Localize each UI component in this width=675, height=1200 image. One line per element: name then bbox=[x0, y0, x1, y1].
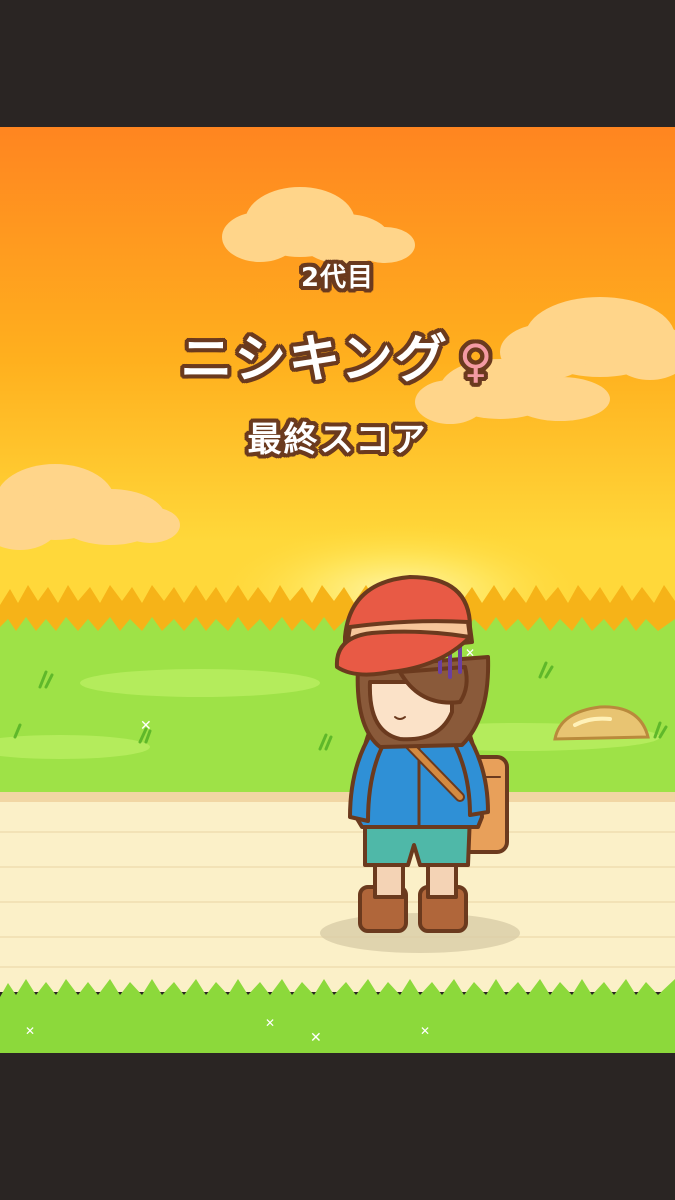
female-symbol-icon: ♀ bbox=[458, 334, 495, 388]
svg-text:✕: ✕ bbox=[140, 718, 152, 734]
letterbox-bottom bbox=[0, 1053, 675, 1200]
grass-highlight bbox=[80, 669, 320, 697]
character-name: ニシキング bbox=[180, 330, 449, 390]
svg-text:✕: ✕ bbox=[420, 1024, 430, 1038]
svg-text:✕: ✕ bbox=[310, 1030, 322, 1046]
generation-label: 2代目 bbox=[300, 263, 375, 293]
svg-text:✕: ✕ bbox=[265, 1016, 275, 1030]
final-score-label: 最終スコア bbox=[247, 420, 428, 460]
svg-text:✕: ✕ bbox=[25, 1024, 35, 1038]
game-scene[interactable]: ✕ ✕ ✕ ✕ ✕ ✕ 2代目 ニシキング ♀ 最終スコア bbox=[0, 127, 675, 1053]
character-name-row: ニシキング ♀ bbox=[0, 317, 675, 392]
grass-field bbox=[0, 617, 675, 797]
dirt-path bbox=[0, 792, 675, 992]
letterbox-top bbox=[0, 0, 675, 127]
